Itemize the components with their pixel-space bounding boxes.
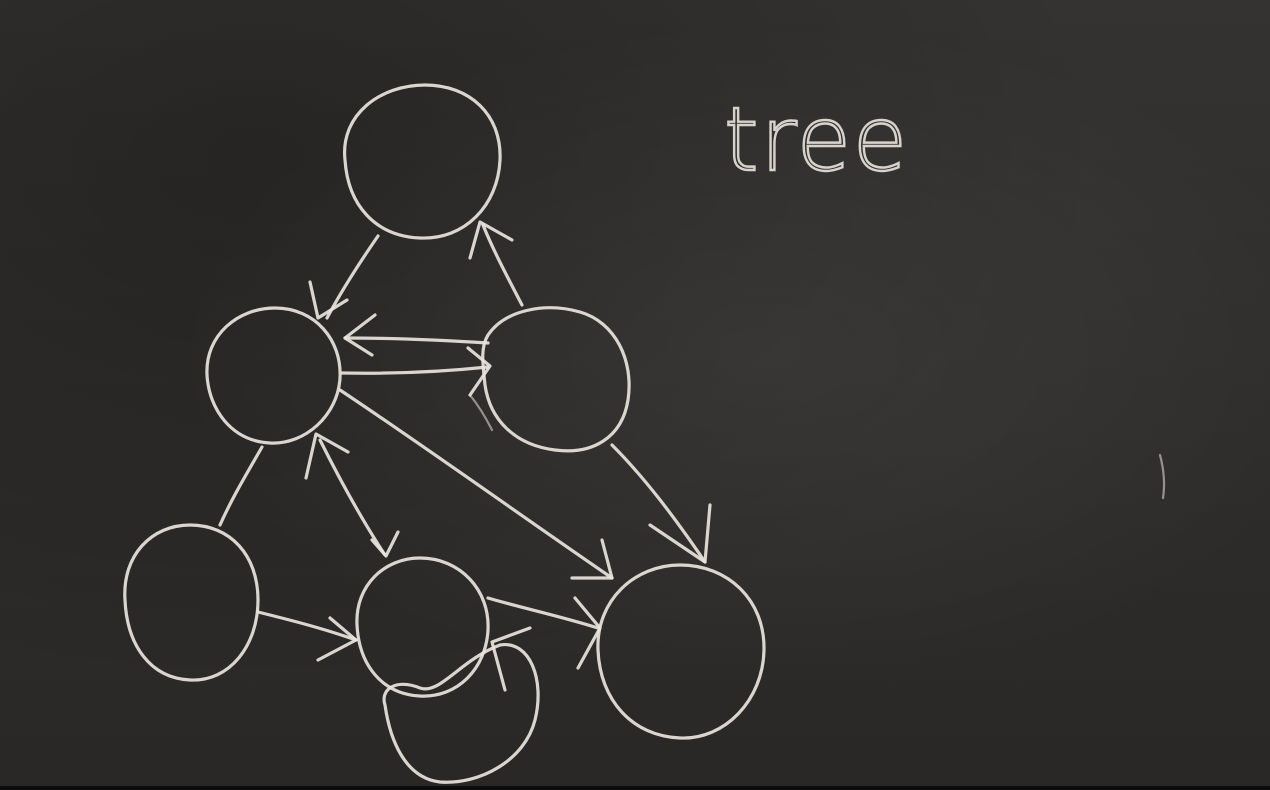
nodes (123, 83, 766, 784)
arrowhead (308, 280, 349, 320)
node-circle (596, 563, 766, 740)
node-circle (343, 83, 502, 240)
edges (218, 220, 1166, 692)
chalk-smudge (1158, 453, 1166, 500)
graph-diagram (123, 83, 1166, 784)
edge-line (486, 596, 600, 630)
edge-line (318, 438, 387, 557)
node-circle (382, 643, 540, 784)
chalkboard: tree (0, 0, 1270, 790)
node-circle (123, 523, 260, 682)
node-circle (355, 556, 490, 698)
arrowhead (490, 626, 532, 692)
diagram-label: tree (723, 88, 910, 191)
node-circle (205, 306, 342, 445)
edge-line (340, 365, 490, 375)
arrowhead (573, 596, 602, 670)
arrowhead (343, 313, 377, 357)
edge-line (325, 234, 380, 320)
node-circle (481, 306, 631, 453)
edge-line (343, 336, 490, 345)
edge-line (481, 223, 524, 307)
edge-line (610, 443, 707, 564)
edge-line (218, 445, 264, 527)
frame-edge (0, 786, 1270, 790)
